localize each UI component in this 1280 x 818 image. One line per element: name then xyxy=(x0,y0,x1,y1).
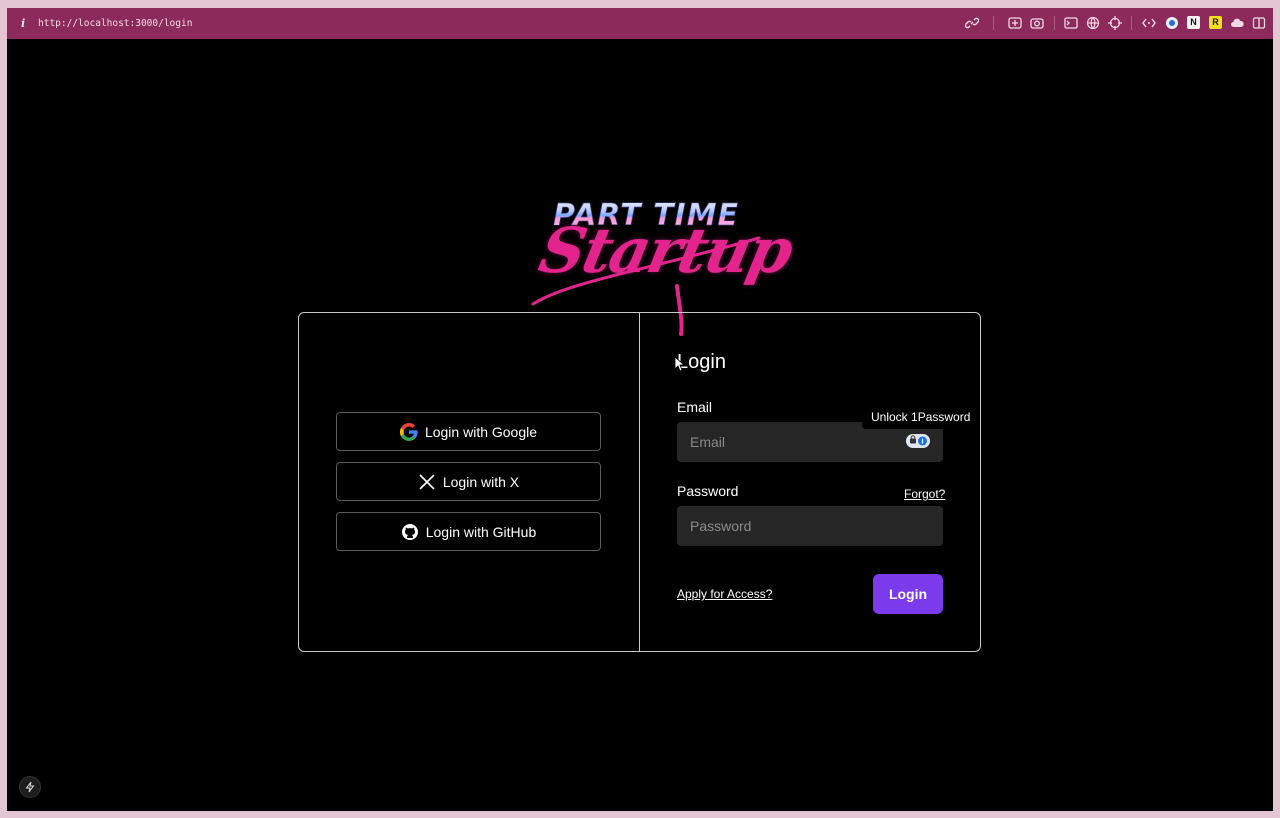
login-x-button[interactable]: Login with X xyxy=(336,462,601,501)
login-card: Login with Google Login with X Login wit… xyxy=(298,312,981,652)
card-divider xyxy=(639,313,640,651)
login-google-label: Login with Google xyxy=(424,423,538,440)
login-github-button[interactable]: Login with GitHub xyxy=(336,512,601,551)
x-logo-icon xyxy=(418,473,436,491)
logo-wordmark-script: Startup xyxy=(533,214,799,287)
extension-r-icon[interactable]: R xyxy=(1209,16,1222,29)
google-icon xyxy=(399,422,418,441)
login-google-button[interactable]: Login with Google xyxy=(336,412,601,451)
mouse-cursor-icon xyxy=(674,356,684,372)
site-info-icon[interactable]: i xyxy=(21,17,25,30)
cloud-icon[interactable] xyxy=(1230,16,1244,30)
notion-icon[interactable]: N xyxy=(1187,16,1200,29)
camera-icon[interactable] xyxy=(1030,16,1044,30)
crosshair-icon[interactable] xyxy=(1108,16,1122,30)
browser-toolbar: i http://localhost:3000/login N R xyxy=(7,8,1273,39)
login-heading: Login xyxy=(677,351,726,373)
toolbar-separator xyxy=(1054,16,1055,30)
address-bar[interactable]: http://localhost:3000/login xyxy=(38,18,192,29)
login-submit-button[interactable]: Login xyxy=(873,574,943,614)
1password-tooltip: Unlock 1Password xyxy=(862,405,980,429)
apply-for-access-link[interactable]: Apply for Access? xyxy=(677,587,772,601)
login-x-label: Login with X xyxy=(442,473,520,490)
globe-icon[interactable] xyxy=(1086,16,1100,30)
password-field[interactable] xyxy=(677,506,943,546)
github-icon xyxy=(401,523,419,541)
login-github-label: Login with GitHub xyxy=(425,523,537,540)
code-icon[interactable] xyxy=(1142,16,1156,30)
email-label: Email xyxy=(677,399,713,415)
1password-icon[interactable] xyxy=(906,434,930,448)
terminal-icon[interactable] xyxy=(1064,16,1078,30)
dev-tools-button[interactable] xyxy=(19,776,41,798)
link-icon[interactable] xyxy=(965,16,979,30)
browser-window: i http://localhost:3000/login N R PART T… xyxy=(7,8,1273,811)
lightning-bolt-icon xyxy=(25,781,35,793)
screenshot-icon[interactable] xyxy=(1008,16,1022,30)
forgot-password-link[interactable]: Forgot? xyxy=(904,487,945,501)
sidebar-icon[interactable] xyxy=(1252,16,1266,30)
toolbar-separator xyxy=(993,16,994,30)
password-label: Password xyxy=(677,483,739,499)
toolbar-separator xyxy=(1131,16,1132,30)
extension-globe-icon[interactable] xyxy=(1165,16,1179,30)
